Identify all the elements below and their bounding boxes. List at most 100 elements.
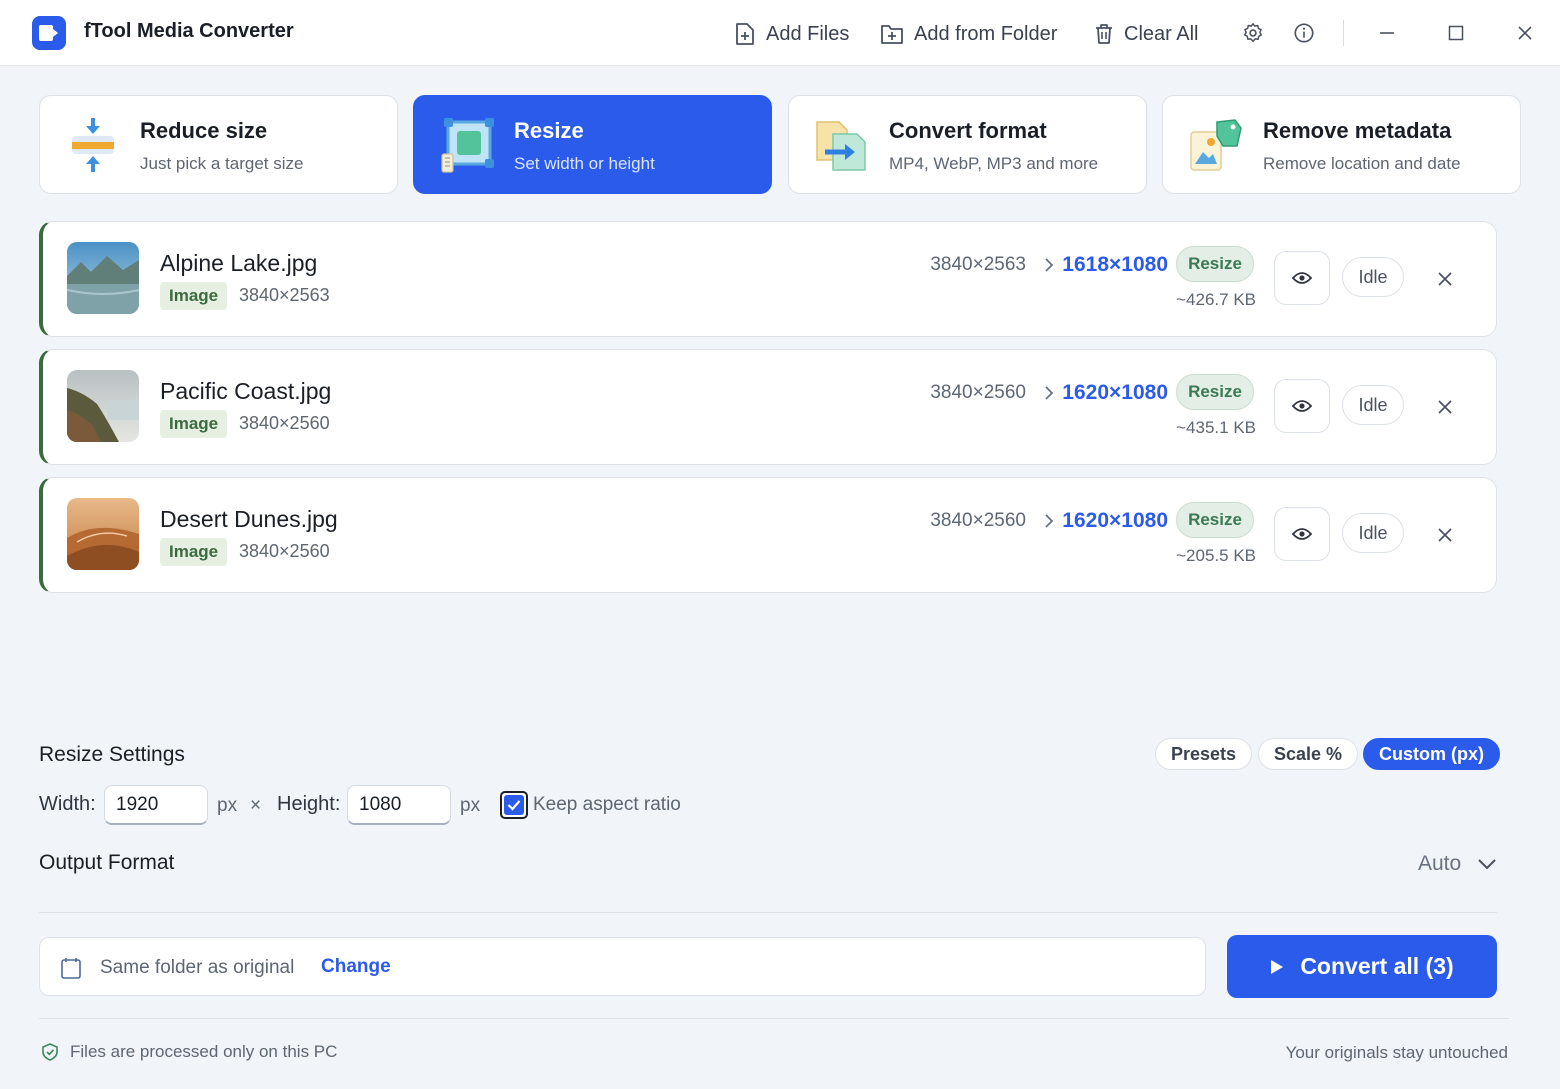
maximize-icon: [1448, 25, 1464, 41]
file-type-badge: Image: [160, 282, 228, 310]
app-logo-icon: [32, 16, 66, 50]
height-input[interactable]: [347, 785, 451, 825]
estimated-size: ~205.5 KB: [1176, 546, 1256, 565]
status-badge: Idle: [1342, 257, 1404, 297]
file-dimensions: 3840×2563: [239, 285, 330, 305]
add-folder-icon: [881, 25, 903, 44]
mode-subtitle: Set width or height: [514, 154, 655, 173]
mode-reduce-size[interactable]: Reduce size Just pick a target size: [39, 95, 398, 194]
times-symbol: ×: [250, 795, 262, 816]
presets-tab[interactable]: Presets: [1155, 738, 1253, 770]
chevron-right-icon: [1045, 386, 1054, 400]
height-unit: px: [460, 795, 481, 816]
chevron-right-icon: [1045, 258, 1054, 272]
mode-subtitle: Remove location and date: [1263, 154, 1461, 173]
file-row[interactable]: Pacific Coast.jpg Image 3840×2560 3840×2…: [39, 349, 1497, 465]
add-folder-label: Add from Folder: [914, 22, 1058, 45]
mode-subtitle: MP4, WebP, MP3 and more: [889, 154, 1099, 173]
source-dimensions: 3840×2560: [930, 382, 1026, 403]
output-folder-box: Same folder as original Change: [39, 937, 1206, 996]
convert-all-button[interactable]: Convert all (3): [1227, 935, 1497, 998]
file-row[interactable]: Desert Dunes.jpg Image 3840×2560 3840×25…: [39, 477, 1497, 593]
height-label: Height:: [277, 793, 341, 815]
file-name: Alpine Lake.jpg: [160, 250, 318, 276]
title-bar: fTool Media Converter Add Files Add from…: [0, 0, 1560, 66]
resize-icon: [441, 118, 494, 173]
mode-convert-format[interactable]: Convert format MP4, WebP, MP3 and more: [788, 95, 1147, 194]
file-row[interactable]: Alpine Lake.jpg Image 3840×2563 3840×256…: [39, 221, 1497, 337]
operation-badge: Resize: [1176, 374, 1254, 410]
convert-icon: [816, 121, 866, 171]
status-badge: Idle: [1342, 513, 1404, 553]
remove-file-button[interactable]: [1430, 264, 1460, 294]
play-icon: [1271, 959, 1284, 974]
width-input[interactable]: [104, 785, 208, 825]
settings-button[interactable]: [1240, 20, 1266, 46]
mode-title: Resize: [514, 118, 584, 143]
preview-button[interactable]: [1274, 251, 1330, 305]
preview-button[interactable]: [1274, 507, 1330, 561]
mode-title: Convert format: [889, 118, 1047, 143]
trash-icon: [1096, 24, 1112, 44]
divider: [39, 1018, 1509, 1019]
clear-all-button[interactable]: Clear All: [1094, 18, 1198, 50]
eye-icon: [1292, 272, 1312, 284]
remove-file-button[interactable]: [1430, 520, 1460, 550]
add-file-icon: [736, 23, 754, 45]
keep-aspect-checkbox[interactable]: [500, 791, 528, 819]
target-dimensions: 1618×1080: [1062, 253, 1168, 276]
folder-icon: [61, 958, 81, 979]
add-files-label: Add Files: [766, 22, 850, 45]
close-icon: [1438, 528, 1452, 542]
file-type-badge: Image: [160, 538, 228, 566]
info-button[interactable]: [1291, 20, 1317, 46]
toolbar-separator: [1343, 20, 1344, 46]
chevron-down-icon: [1478, 859, 1496, 870]
file-thumbnail: [67, 498, 139, 570]
file-type-badge: Image: [160, 410, 228, 438]
app-title: fTool Media Converter: [84, 20, 294, 42]
mode-remove-metadata[interactable]: Remove metadata Remove location and date: [1162, 95, 1521, 194]
file-dimensions: 3840×2560: [239, 541, 330, 561]
add-files-button[interactable]: Add Files: [734, 18, 849, 50]
gear-icon: [1244, 23, 1262, 42]
chevron-right-icon: [1045, 514, 1054, 528]
originals-note: Your originals stay untouched: [1285, 1043, 1508, 1062]
checkmark-icon: [507, 800, 521, 811]
output-format-title: Output Format: [39, 851, 175, 874]
close-icon: [1518, 26, 1532, 40]
privacy-text: Files are processed only on this PC: [70, 1042, 338, 1061]
operation-badge: Resize: [1176, 502, 1254, 538]
resize-settings-title: Resize Settings: [39, 743, 185, 766]
minimize-button[interactable]: [1374, 20, 1400, 46]
remove-file-button[interactable]: [1430, 392, 1460, 422]
file-name: Desert Dunes.jpg: [160, 506, 338, 532]
change-folder-link[interactable]: Change: [321, 956, 391, 978]
preview-button[interactable]: [1274, 379, 1330, 433]
close-icon: [1438, 400, 1452, 414]
estimated-size: ~435.1 KB: [1176, 418, 1256, 437]
scale-tab[interactable]: Scale %: [1258, 738, 1359, 770]
source-dimensions: 3840×2563: [930, 254, 1026, 275]
add-folder-button[interactable]: Add from Folder: [880, 18, 1057, 50]
operation-badge: Resize: [1176, 246, 1254, 282]
metadata-tag-icon: [1190, 119, 1242, 171]
width-label: Width:: [39, 793, 96, 815]
maximize-button[interactable]: [1443, 20, 1469, 46]
eye-icon: [1292, 528, 1312, 540]
eye-icon: [1292, 400, 1312, 412]
privacy-note: Files are processed only on this PC: [42, 1042, 337, 1062]
output-format-value: Auto: [1418, 852, 1462, 875]
divider: [39, 912, 1497, 913]
close-window-button[interactable]: [1512, 20, 1538, 46]
output-format-select[interactable]: Auto: [1418, 849, 1497, 879]
mode-title: Reduce size: [140, 118, 268, 143]
custom-px-tab[interactable]: Custom (px): [1363, 738, 1500, 770]
info-icon: [1294, 23, 1314, 43]
width-unit: px: [217, 795, 238, 816]
mode-resize[interactable]: Resize Set width or height: [413, 95, 772, 194]
file-thumbnail: [67, 242, 139, 314]
file-dimensions: 3840×2560: [239, 413, 330, 433]
keep-aspect-label: Keep aspect ratio: [533, 794, 681, 815]
file-thumbnail: [67, 370, 139, 442]
